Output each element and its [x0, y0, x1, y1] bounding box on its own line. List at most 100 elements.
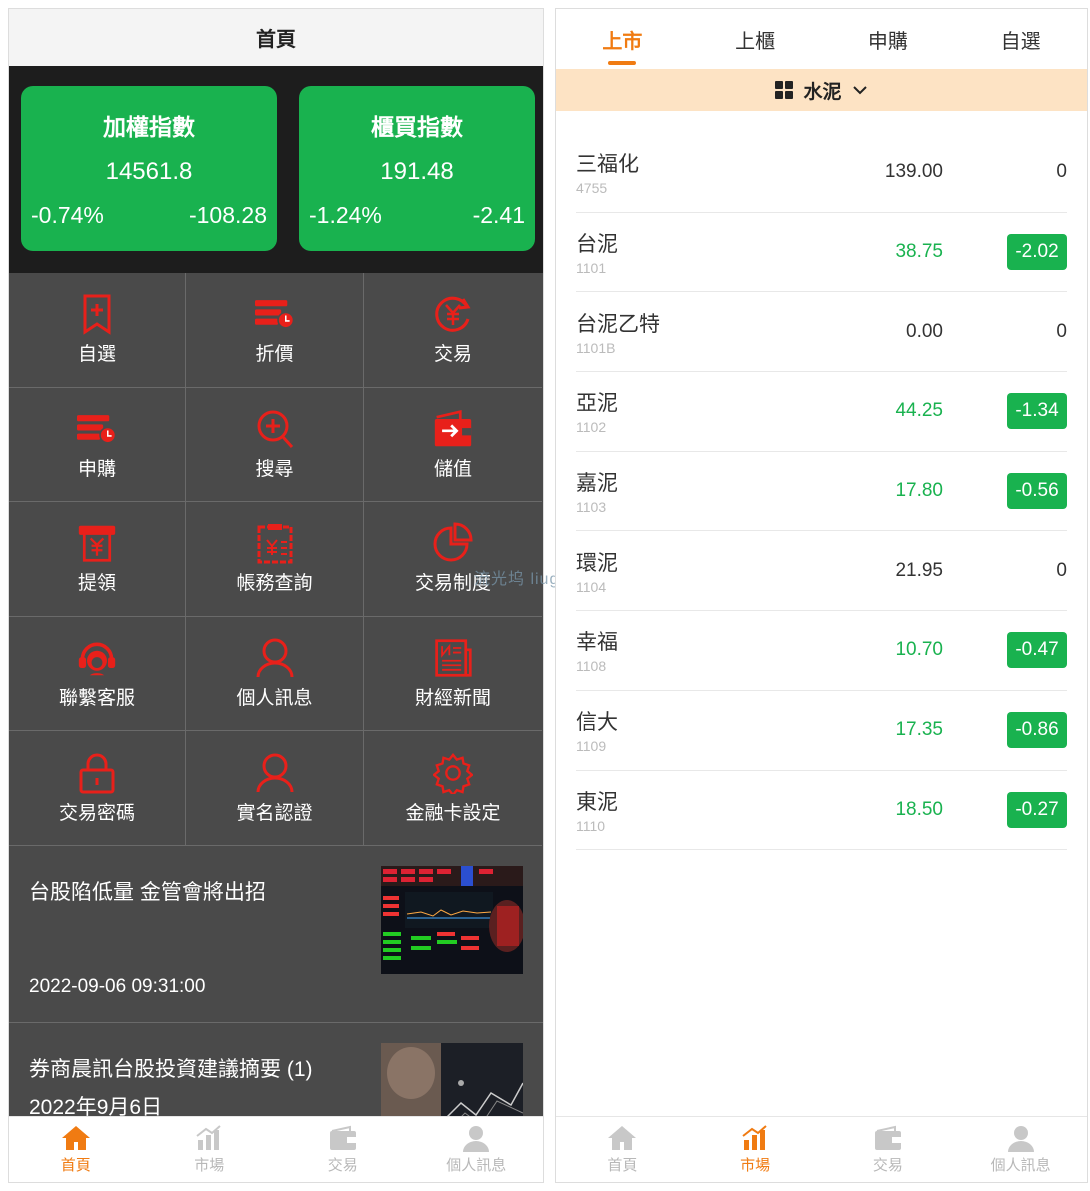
taiex-index-card[interactable]: 加權指數 14561.8 -0.74% -108.28 [21, 86, 277, 251]
newspaper-icon [435, 639, 472, 677]
stock-price: 18.50 [895, 798, 943, 820]
trade-wallet-icon [329, 1125, 356, 1150]
stock-price: 38.75 [895, 241, 943, 263]
otc-index-card[interactable]: 櫃買指數 191.48 -1.24% -2.41 [299, 86, 535, 251]
stock-change-badge: -0.27 [1007, 791, 1067, 828]
index-pct: -1.24% [309, 202, 382, 228]
tab-trade[interactable]: 交易 [822, 1117, 955, 1182]
stock-code: 1104 [576, 578, 607, 595]
grid-icon [775, 81, 794, 99]
menu-discount[interactable]: 折價 [186, 273, 364, 388]
stock-change-badge: -0.86 [1007, 712, 1067, 749]
index-change: -108.28 [188, 202, 267, 228]
menu-trade-password[interactable]: 交易密碼 [9, 731, 186, 846]
lock-icon [79, 753, 115, 794]
stock-name: 環泥 [576, 551, 618, 575]
tab-home[interactable]: 首頁 [9, 1117, 143, 1182]
discount-stack-icon [254, 300, 294, 329]
menu-label: 交易 [433, 344, 472, 366]
stock-change: 0 [1056, 559, 1067, 581]
menu-subscribe[interactable]: 申購 [9, 387, 186, 503]
stock-name: 三福化 [576, 153, 639, 177]
tab-personal[interactable]: 個人訊息 [954, 1117, 1087, 1182]
stock-row[interactable]: 環泥 1104 21.95 0 [576, 531, 1067, 612]
tab-label: 個人訊息 [446, 1157, 507, 1174]
stock-price: 44.25 [895, 400, 943, 422]
index-value: 14561.8 [105, 158, 193, 185]
stock-code: 1103 [576, 499, 607, 516]
tab-otc[interactable]: 上櫃 [689, 9, 822, 69]
menu-withdraw[interactable]: 提領 [9, 502, 186, 617]
stock-price: 0.00 [906, 320, 943, 342]
menu-label: 搜尋 [255, 458, 294, 480]
tab-market[interactable]: 市場 [143, 1117, 277, 1182]
menu-label: 自選 [77, 344, 116, 366]
tab-home[interactable]: 首頁 [556, 1117, 689, 1182]
menu-label: 折價 [255, 344, 294, 366]
menu-search[interactable]: 搜尋 [186, 387, 364, 503]
user-verify-icon [256, 753, 293, 792]
tab-personal[interactable]: 個人訊息 [410, 1117, 544, 1182]
stock-name: 亞泥 [576, 392, 618, 416]
stock-row[interactable]: 台泥 1101 38.75 -2.02 [576, 213, 1067, 293]
stock-code: 1101B [576, 339, 616, 356]
tab-watchlist[interactable]: 自選 [954, 9, 1087, 69]
tab-listed[interactable]: 上市 [556, 9, 689, 69]
menu-deposit[interactable]: 儲值 [364, 387, 542, 503]
category-label: 水泥 [803, 81, 842, 103]
trade-wallet-icon [874, 1125, 901, 1150]
tab-trade[interactable]: 交易 [276, 1117, 410, 1182]
stock-name: 東泥 [576, 790, 618, 814]
stock-change-badge: -0.47 [1007, 632, 1067, 669]
bookmark-plus-icon [83, 294, 111, 336]
subscribe-stack-icon [77, 415, 117, 444]
home-screen: 首頁 加權指數 14561.8 -0.74% -108.28 櫃買指數 191.… [8, 8, 544, 1183]
stock-code: 1109 [576, 738, 607, 755]
menu-personal-info[interactable]: 個人訊息 [186, 616, 364, 732]
menu-trading-rules[interactable]: 交易制度 [364, 502, 542, 617]
stock-name: 台泥 [576, 233, 618, 257]
stock-name: 台泥乙特 [576, 312, 660, 336]
stock-change: 0 [1056, 161, 1067, 183]
menu-watchlist[interactable]: 自選 [9, 273, 186, 388]
stock-name: 信大 [576, 711, 618, 735]
withdraw-icon [78, 526, 116, 563]
stock-row[interactable]: 信大 1109 17.35 -0.86 [576, 691, 1067, 771]
market-chart-icon [196, 1125, 221, 1150]
stock-change-badge: -1.34 [1007, 393, 1067, 430]
stock-change: 0 [1056, 320, 1067, 342]
stock-price: 17.35 [895, 719, 943, 741]
news-item[interactable]: 台股陷低量 金管會將出招 2022-09-06 09:31:00 [9, 846, 543, 1023]
tab-market[interactable]: 市場 [689, 1117, 822, 1182]
category-selector[interactable]: 水泥 [556, 69, 1087, 111]
bottom-tabbar: 首頁 市場 交易 個人訊息 [9, 1116, 543, 1182]
stock-row[interactable]: 東泥 1110 18.50 -0.27 [576, 771, 1067, 851]
tab-label: 首頁 [607, 1157, 638, 1174]
stock-row[interactable]: 幸福 1108 10.70 -0.47 [576, 611, 1067, 691]
page-title: 首頁 [9, 9, 543, 66]
yen-cycle-icon [435, 297, 471, 333]
menu-real-name-verify[interactable]: 實名認證 [186, 731, 364, 846]
stock-code: 1101 [576, 260, 607, 277]
search-plus-icon [257, 410, 293, 448]
news-title: 台股陷低量 金管會將出招 [29, 880, 266, 904]
stock-row[interactable]: 三福化 4755 139.00 0 [576, 133, 1067, 213]
tab-label: 個人訊息 [990, 1157, 1051, 1174]
index-title: 櫃買指數 [371, 114, 463, 140]
menu-finance-news[interactable]: 財經新聞 [364, 616, 542, 732]
menu-bank-card-settings[interactable]: 金融卡設定 [364, 731, 542, 846]
stock-row[interactable]: 亞泥 1102 44.25 -1.34 [576, 372, 1067, 452]
news-thumbnail [381, 865, 523, 974]
stock-code: 1102 [576, 419, 607, 436]
news-time: 2022-09-06 09:31:00 [29, 975, 206, 997]
index-banner: 加權指數 14561.8 -0.74% -108.28 櫃買指數 191.48 … [9, 66, 543, 273]
menu-customer-service[interactable]: 聯繫客服 [9, 616, 186, 732]
tab-subscribe[interactable]: 申購 [822, 9, 955, 69]
menu-label: 財經新聞 [414, 688, 491, 710]
stock-list: 三福化 4755 139.00 0 台泥 1101 38.75 -2.02 台泥乙特… [556, 111, 1087, 851]
stock-row[interactable]: 台泥乙特 1101B 0.00 0 [576, 292, 1067, 373]
menu-trade[interactable]: 交易 [364, 273, 542, 388]
stock-price: 17.80 [895, 480, 943, 502]
stock-row[interactable]: 嘉泥 1103 17.80 -0.56 [576, 452, 1067, 532]
menu-account-query[interactable]: 帳務查詢 [186, 502, 364, 617]
